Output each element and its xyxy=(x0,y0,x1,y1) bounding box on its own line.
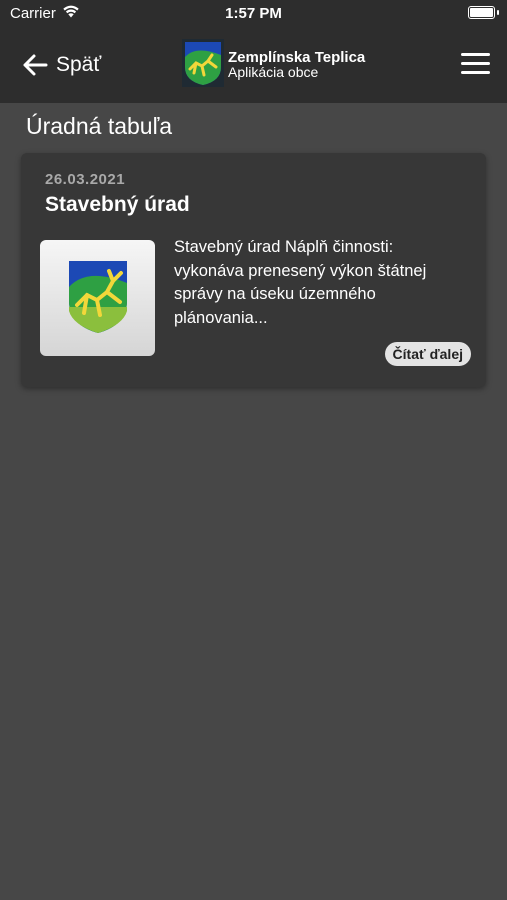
battery-tip xyxy=(497,10,499,15)
arrow-left-icon xyxy=(22,53,48,77)
brand-subtitle: Aplikácia obce xyxy=(228,64,319,80)
coat-of-arms-icon xyxy=(65,257,131,340)
notice-excerpt: Stavebný úrad Náplň činnosti: vykonáva p… xyxy=(174,238,427,327)
brand-title: Zemplínska Teplica xyxy=(228,49,366,66)
notice-title: Stavebný úrad xyxy=(45,193,190,216)
clock: 1:57 PM xyxy=(225,5,282,22)
notice-date: 26.03.2021 xyxy=(45,171,126,188)
back-button[interactable]: Späť xyxy=(22,50,101,80)
notice-card[interactable]: 26.03.2021 Stavebný úrad Stavebný úrad N… xyxy=(21,153,486,387)
page-title: Úradná tabuľa xyxy=(26,113,173,139)
app-header: Carrier 1:57 PM Späť Zemplínska Teplica … xyxy=(0,0,507,103)
notice-thumbnail xyxy=(40,240,155,356)
status-bar: Carrier 1:57 PM xyxy=(0,0,507,28)
battery-icon xyxy=(468,6,495,19)
hamburger-menu-icon[interactable] xyxy=(461,53,490,75)
read-more-button[interactable]: Čítať ďalej xyxy=(384,342,471,366)
coat-of-arms-icon xyxy=(182,38,224,92)
back-label: Späť xyxy=(56,53,102,76)
app-brand: Zemplínska Teplica Aplikácia obce xyxy=(182,38,366,92)
